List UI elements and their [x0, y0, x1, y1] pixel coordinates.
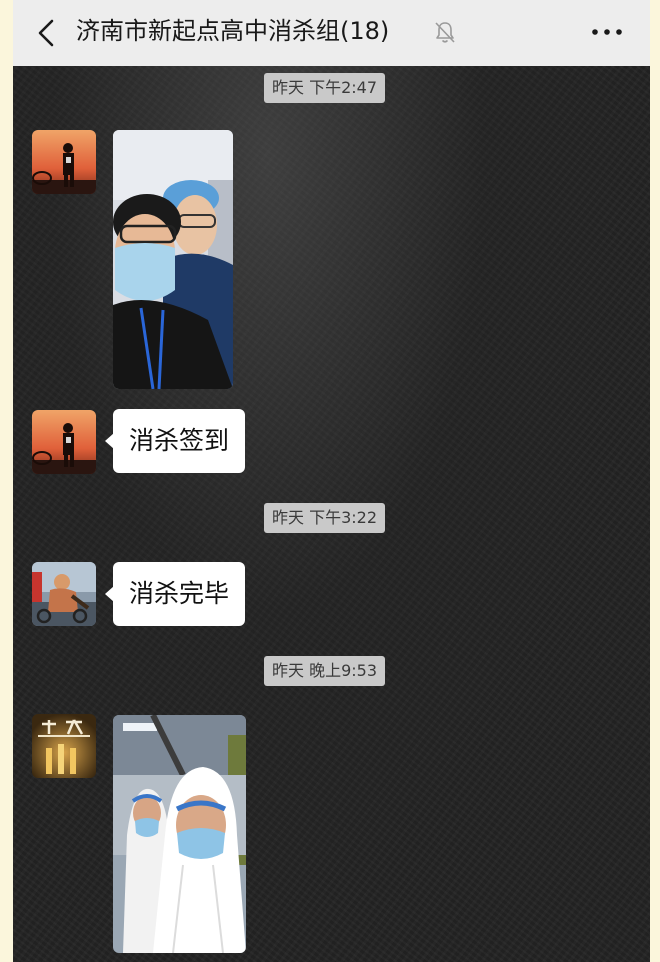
message-bubble[interactable]: 消杀签到	[104, 409, 246, 473]
more-dots-icon[interactable]	[589, 22, 625, 42]
avatar[interactable]	[32, 714, 96, 778]
photo-message[interactable]	[113, 715, 246, 953]
bell-off-icon	[434, 20, 456, 44]
timestamp: 昨天 下午2:47	[264, 73, 386, 103]
chat-area[interactable]: 昨天 下午2:47 消杀签到 昨天 下午3:22 消杀完毕 昨天 晚上9:53	[13, 66, 650, 962]
avatar[interactable]	[32, 562, 96, 626]
timestamp: 昨天 晚上9:53	[264, 656, 386, 686]
timestamp: 昨天 下午3:22	[264, 503, 386, 533]
photo-message[interactable]	[113, 130, 233, 389]
chat-header: 济南市新起点高中消杀组(18)	[13, 0, 650, 66]
phone-screen: 济南市新起点高中消杀组(18) 昨天 下午2:47 消杀签到 昨天 下午3:22…	[13, 0, 650, 962]
message-bubble[interactable]: 消杀完毕	[104, 562, 246, 626]
avatar[interactable]	[32, 130, 96, 194]
chat-title: 济南市新起点高中消杀组(18)	[76, 17, 390, 45]
chevron-left-icon[interactable]	[35, 19, 57, 47]
avatar[interactable]	[32, 410, 96, 474]
